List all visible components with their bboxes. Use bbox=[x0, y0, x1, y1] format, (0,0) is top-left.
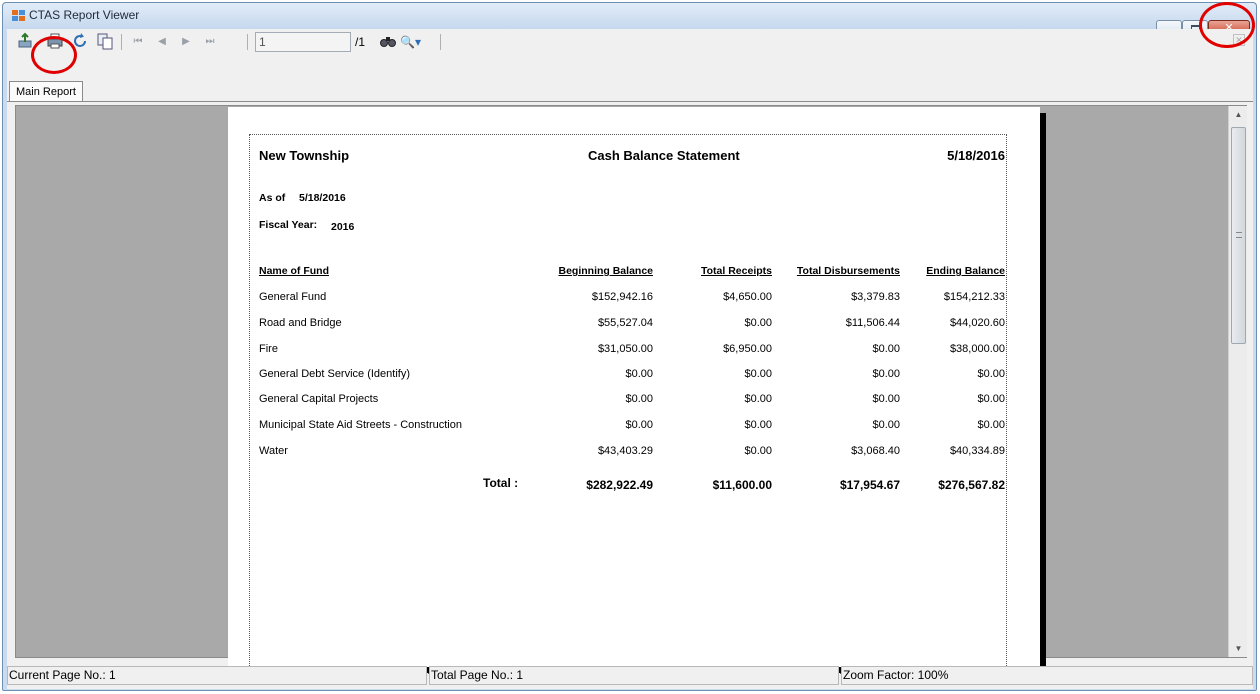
beginning-balance: $0.00 bbox=[625, 368, 653, 380]
total-beginning-balance: $282,922.49 bbox=[586, 478, 653, 492]
find-icon[interactable] bbox=[378, 32, 398, 52]
as-of-label: As of bbox=[259, 192, 286, 204]
fund-name: Road and Bridge bbox=[259, 317, 342, 329]
report-viewer-canvas[interactable]: New Township Cash Balance Statement 5/18… bbox=[15, 105, 1247, 674]
copy-pages-icon[interactable] bbox=[95, 32, 115, 52]
beginning-balance: $55,527.04 bbox=[597, 317, 653, 329]
report-page: New Township Cash Balance Statement 5/18… bbox=[228, 107, 1040, 674]
column-header-fund: Name of Fund bbox=[259, 265, 329, 277]
total-receipts-sum: $11,600.00 bbox=[712, 478, 772, 492]
column-header-disbursements: Total Disbursements bbox=[796, 265, 900, 277]
beginning-balance: $0.00 bbox=[625, 393, 653, 405]
total-disbursements: $0.00 bbox=[872, 343, 900, 355]
ending-balance: $44,020.60 bbox=[949, 317, 1005, 329]
next-page-icon[interactable]: ▶ bbox=[176, 32, 196, 52]
as-of-date: 5/18/2016 bbox=[299, 192, 346, 204]
total-disbursements-sum: $17,954.67 bbox=[839, 478, 900, 492]
tab-main-report[interactable]: Main Report bbox=[9, 81, 83, 102]
app-icon bbox=[12, 10, 26, 22]
total-label: Total : bbox=[483, 476, 519, 490]
table-row: Fire $31,050.00 $6,950.00 $0.00 $38,000.… bbox=[228, 343, 1040, 367]
status-bar: Current Page No.: 1 Total Page No.: 1 Zo… bbox=[7, 664, 1253, 686]
beginning-balance: $31,050.00 bbox=[597, 343, 653, 355]
total-receipts: $0.00 bbox=[744, 445, 772, 457]
beginning-balance: $152,942.16 bbox=[591, 291, 653, 303]
table-row: General Debt Service (Identify) $0.00 $0… bbox=[228, 368, 1040, 392]
highlight-close-ring bbox=[1199, 2, 1255, 48]
total-disbursements: $3,379.83 bbox=[851, 291, 900, 303]
page-number-input[interactable] bbox=[255, 32, 351, 52]
township-name: New Township bbox=[259, 148, 350, 163]
fiscal-year-value: 2016 bbox=[331, 221, 355, 233]
window-title: CTAS Report Viewer bbox=[29, 8, 140, 22]
ending-balance: $154,212.33 bbox=[943, 291, 1005, 303]
title-bar[interactable]: CTAS Report Viewer bbox=[3, 3, 1256, 29]
report-date: 5/18/2016 bbox=[947, 148, 1005, 163]
first-page-icon[interactable]: ⏮ bbox=[128, 32, 148, 52]
column-header-ending: Ending Balance bbox=[926, 265, 1005, 277]
vertical-scrollbar[interactable]: ▲ ▼ bbox=[1228, 106, 1247, 657]
column-header-beginning: Beginning Balance bbox=[558, 265, 653, 277]
ending-balance: $0.00 bbox=[977, 368, 1005, 380]
statement-title: Cash Balance Statement bbox=[588, 148, 740, 163]
ending-balance: $0.00 bbox=[977, 393, 1005, 405]
total-disbursements: $11,506.44 bbox=[845, 317, 900, 329]
fiscal-year-label: Fiscal Year: bbox=[259, 219, 318, 231]
scroll-down-icon[interactable]: ▼ bbox=[1229, 640, 1248, 657]
table-row: Water $43,403.29 $0.00 $3,068.40 $40,334… bbox=[228, 445, 1040, 469]
previous-page-icon[interactable]: ◀ bbox=[152, 32, 172, 52]
fund-name: General Fund bbox=[259, 291, 327, 303]
client-area: ⏮ ◀ ▶ ⏭ /1 🔍▾ ✕ Main Report New Township… bbox=[7, 29, 1253, 689]
column-header-receipts: Total Receipts bbox=[701, 265, 772, 277]
beginning-balance: $43,403.29 bbox=[597, 445, 653, 457]
total-receipts: $6,950.00 bbox=[723, 343, 772, 355]
last-page-icon[interactable]: ⏭ bbox=[200, 32, 220, 52]
total-receipts: $4,650.00 bbox=[723, 291, 772, 303]
status-current-page: Current Page No.: 1 bbox=[7, 666, 427, 685]
total-ending-balance: $276,567.82 bbox=[938, 478, 1005, 492]
ending-balance: $38,000.00 bbox=[949, 343, 1005, 355]
total-receipts: $0.00 bbox=[744, 368, 772, 380]
table-row: General Capital Projects $0.00 $0.00 $0.… bbox=[228, 393, 1040, 417]
fund-name: General Debt Service (Identify) bbox=[259, 368, 411, 380]
report-viewer-window: CTAS Report Viewer ✕ ⏮ ◀ ▶ ⏭ 1 /1 🔍▾ ✕ M… bbox=[2, 2, 1257, 691]
zoom-icon: 🔍▾ bbox=[400, 35, 421, 49]
toolbar-separator bbox=[440, 34, 441, 50]
toolbar-separator bbox=[121, 34, 122, 50]
total-disbursements: $0.00 bbox=[872, 368, 900, 380]
fund-name: Municipal State Aid Streets - Constructi… bbox=[259, 419, 462, 431]
total-receipts: $0.00 bbox=[744, 419, 772, 431]
page-total-label: /1 bbox=[355, 35, 366, 49]
fund-name: Fire bbox=[259, 343, 278, 355]
total-disbursements: $0.00 bbox=[872, 419, 900, 431]
scrollbar-thumb[interactable] bbox=[1231, 127, 1246, 344]
highlight-print-ring bbox=[31, 36, 77, 74]
zoom-dropdown[interactable]: 🔍▾ bbox=[400, 32, 434, 52]
fund-name: General Capital Projects bbox=[259, 393, 379, 405]
toolbar-separator bbox=[247, 34, 248, 50]
table-row: General Fund $152,942.16 $4,650.00 $3,37… bbox=[228, 291, 1040, 315]
total-disbursements: $3,068.40 bbox=[851, 445, 900, 457]
table-row: Road and Bridge $55,527.04 $0.00 $11,506… bbox=[228, 317, 1040, 341]
status-zoom-factor: Zoom Factor: 100% bbox=[841, 666, 1253, 685]
table-row: Municipal State Aid Streets - Constructi… bbox=[228, 419, 1040, 443]
scroll-up-icon[interactable]: ▲ bbox=[1229, 106, 1248, 123]
ending-balance: $0.00 bbox=[977, 419, 1005, 431]
status-total-pages: Total Page No.: 1 bbox=[429, 666, 839, 685]
total-receipts: $0.00 bbox=[744, 317, 772, 329]
total-receipts: $0.00 bbox=[744, 393, 772, 405]
tab-divider bbox=[7, 101, 1253, 102]
ending-balance: $40,334.89 bbox=[949, 445, 1005, 457]
beginning-balance: $0.00 bbox=[625, 419, 653, 431]
total-disbursements: $0.00 bbox=[872, 393, 900, 405]
grip-icon bbox=[1236, 232, 1242, 238]
report-toolbar: ⏮ ◀ ▶ ⏭ /1 🔍▾ ✕ bbox=[7, 29, 1253, 55]
fund-name: Water bbox=[259, 445, 288, 457]
